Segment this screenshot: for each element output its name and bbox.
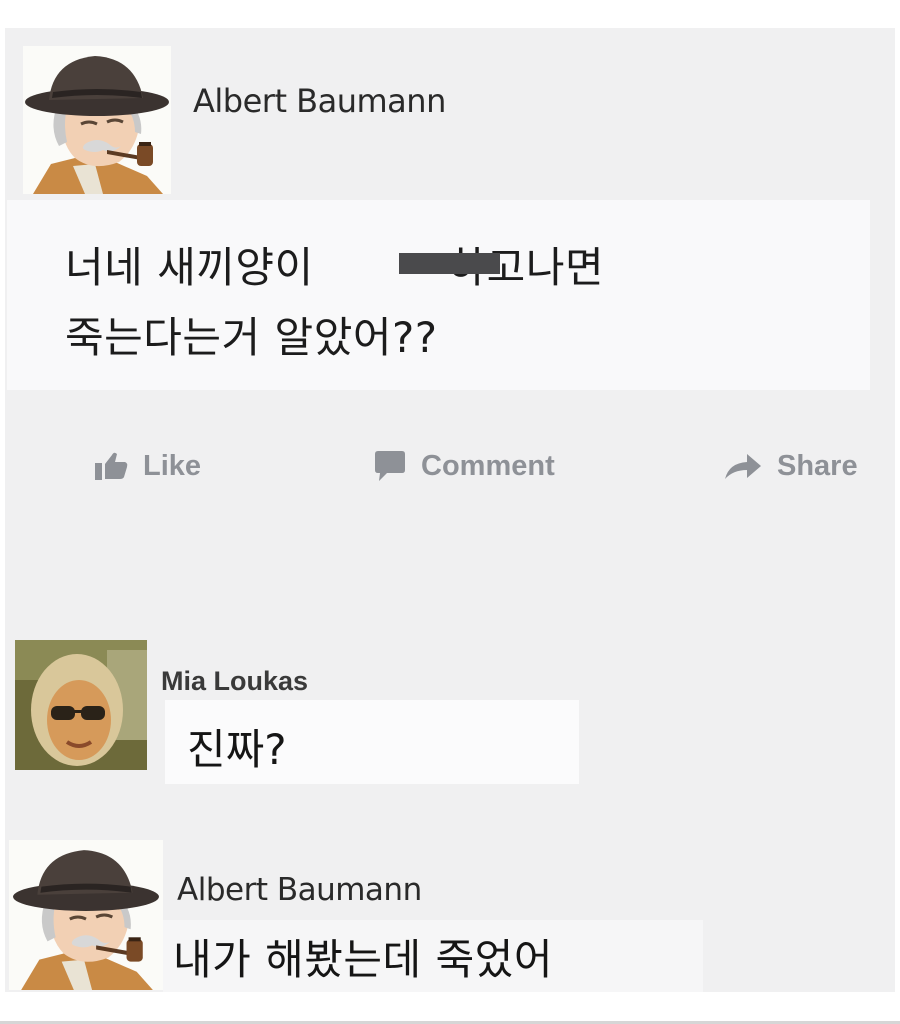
post-text-line-2: 죽는다는거 알았어??	[65, 313, 438, 362]
censor-bar	[399, 253, 500, 274]
post-panel: Albert Baumann 너네 새끼양이 하고나면 죽는다는거 알았어?? …	[5, 28, 895, 992]
comment-2-text: 내가 해봤는데 죽었어	[173, 935, 553, 984]
share-label: Share	[777, 449, 858, 482]
post-author-avatar[interactable]	[23, 46, 171, 194]
share-button[interactable]: Share	[723, 446, 858, 486]
comment-1-author[interactable]: Mia Loukas	[161, 666, 308, 697]
comment-1-bubble: 진짜?	[165, 700, 579, 784]
comment-2-author[interactable]: Albert Baumann	[177, 872, 422, 908]
comment-1-avatar[interactable]	[15, 640, 147, 770]
post-text-line-1: 너네 새끼양이 하고나면	[65, 234, 604, 295]
like-label: Like	[143, 449, 202, 482]
woman-sunglasses-avatar-icon	[15, 640, 147, 770]
old-man-avatar-icon	[23, 46, 171, 194]
comment-1-text: 진짜?	[187, 725, 287, 774]
post-text-part-1: 너네 새끼양이	[65, 243, 328, 292]
like-button[interactable]: Like	[93, 446, 201, 486]
speech-bubble-icon	[375, 451, 405, 481]
comment-button[interactable]: Comment	[373, 446, 555, 486]
old-man-avatar-icon	[11, 840, 161, 990]
thumbs-up-icon	[95, 452, 128, 480]
post-body: 너네 새끼양이 하고나면 죽는다는거 알았어??	[7, 200, 870, 390]
post-author-name[interactable]: Albert Baumann	[193, 82, 446, 120]
comment-label: Comment	[421, 449, 555, 482]
bottom-margin	[0, 992, 900, 1024]
share-arrow-icon	[725, 454, 761, 479]
comment-2-avatar[interactable]	[9, 840, 163, 990]
comment-2-bubble: 내가 해봤는데 죽었어	[163, 920, 703, 992]
